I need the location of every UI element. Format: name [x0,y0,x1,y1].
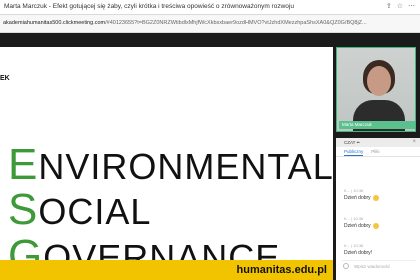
tab-icons: ⇪ ☆ ⋯ [386,2,415,12]
smile-icon [372,195,379,201]
meeting-stage: EK ENVIRONMENTAL SOCIAL GOVERNANCE human… [0,33,420,280]
chat-message: K... | 10:36 Dzień dobry! [344,243,372,256]
presenter-face [367,66,391,96]
footer-url: humanitas.edu.pl [236,264,327,276]
message-meta: K... | 10:36 [344,216,364,221]
message-meta: K... | 10:36 [344,243,364,248]
presenter-name-label: Marta Marczuk [339,121,415,129]
message-text: Dzień dobry! [344,250,372,256]
presenter-video[interactable]: Marta Marczuk [336,47,416,132]
tab-files[interactable]: Pliki [371,147,379,156]
chat-input-placeholder: Wpisz wiadomość [354,264,391,269]
emoji-icon[interactable] [343,263,349,269]
chat-message: K... | 10:36 Dzień dobry [344,216,379,229]
slide-corner-text: EK [0,75,10,82]
slide-line-environmental: ENVIRONMENTAL [8,143,333,187]
address-bar[interactable]: akademiahumanitas500.clickmeeting.com/#4… [0,15,420,33]
line-rest: NVIRONMENTAL [38,146,333,187]
slide-line-social: SOCIAL [8,188,152,232]
line-rest: OCIAL [38,191,152,232]
presentation-slide: EK ENVIRONMENTAL SOCIAL GOVERNANCE human… [0,47,333,280]
close-icon[interactable]: × [412,139,416,145]
chat-panel: CZAT •• × Publiczny Pliki K... | 10:36 D… [336,138,420,280]
url-path: /#40123655?t=BG2Z0NRZWtibdlxMhjfWcXkbsxb… [105,20,367,26]
message-body: Dzień dobry [344,195,371,201]
message-body: Dzień dobry! [344,250,373,256]
chat-message: K... | 10:36 Dzień dobry [344,188,379,201]
message-meta: K... | 10:36 [344,188,364,193]
chat-tabs: Publiczny Pliki [336,147,420,157]
chat-title: CZAT •• [344,140,360,145]
chat-header: CZAT •• × [336,138,420,147]
url-domain: akademiahumanitas500.clickmeeting.com [3,20,106,26]
tab-title[interactable]: Marta Marczuk - Efekt gotującej się żaby… [4,3,294,10]
letter-e: E [8,140,39,189]
message-text: Dzień dobry [344,223,379,229]
url-text[interactable]: akademiahumanitas500.clickmeeting.com/#4… [3,20,367,26]
message-text: Dzień dobry [344,195,379,201]
letter-s: S [8,185,39,234]
slide-footer: humanitas.edu.pl [0,260,333,280]
more-icon[interactable]: ⋯ [408,2,415,12]
smile-icon [372,223,379,229]
chat-input[interactable]: Wpisz wiadomość [342,260,416,270]
message-body: Dzień dobry [344,223,371,229]
tab-public[interactable]: Publiczny [344,147,364,156]
browser-tabbar: Marta Marczuk - Efekt gotującej się żaby… [0,0,420,15]
star-icon[interactable]: ☆ [397,2,403,12]
share-icon[interactable]: ⇪ [386,2,392,12]
